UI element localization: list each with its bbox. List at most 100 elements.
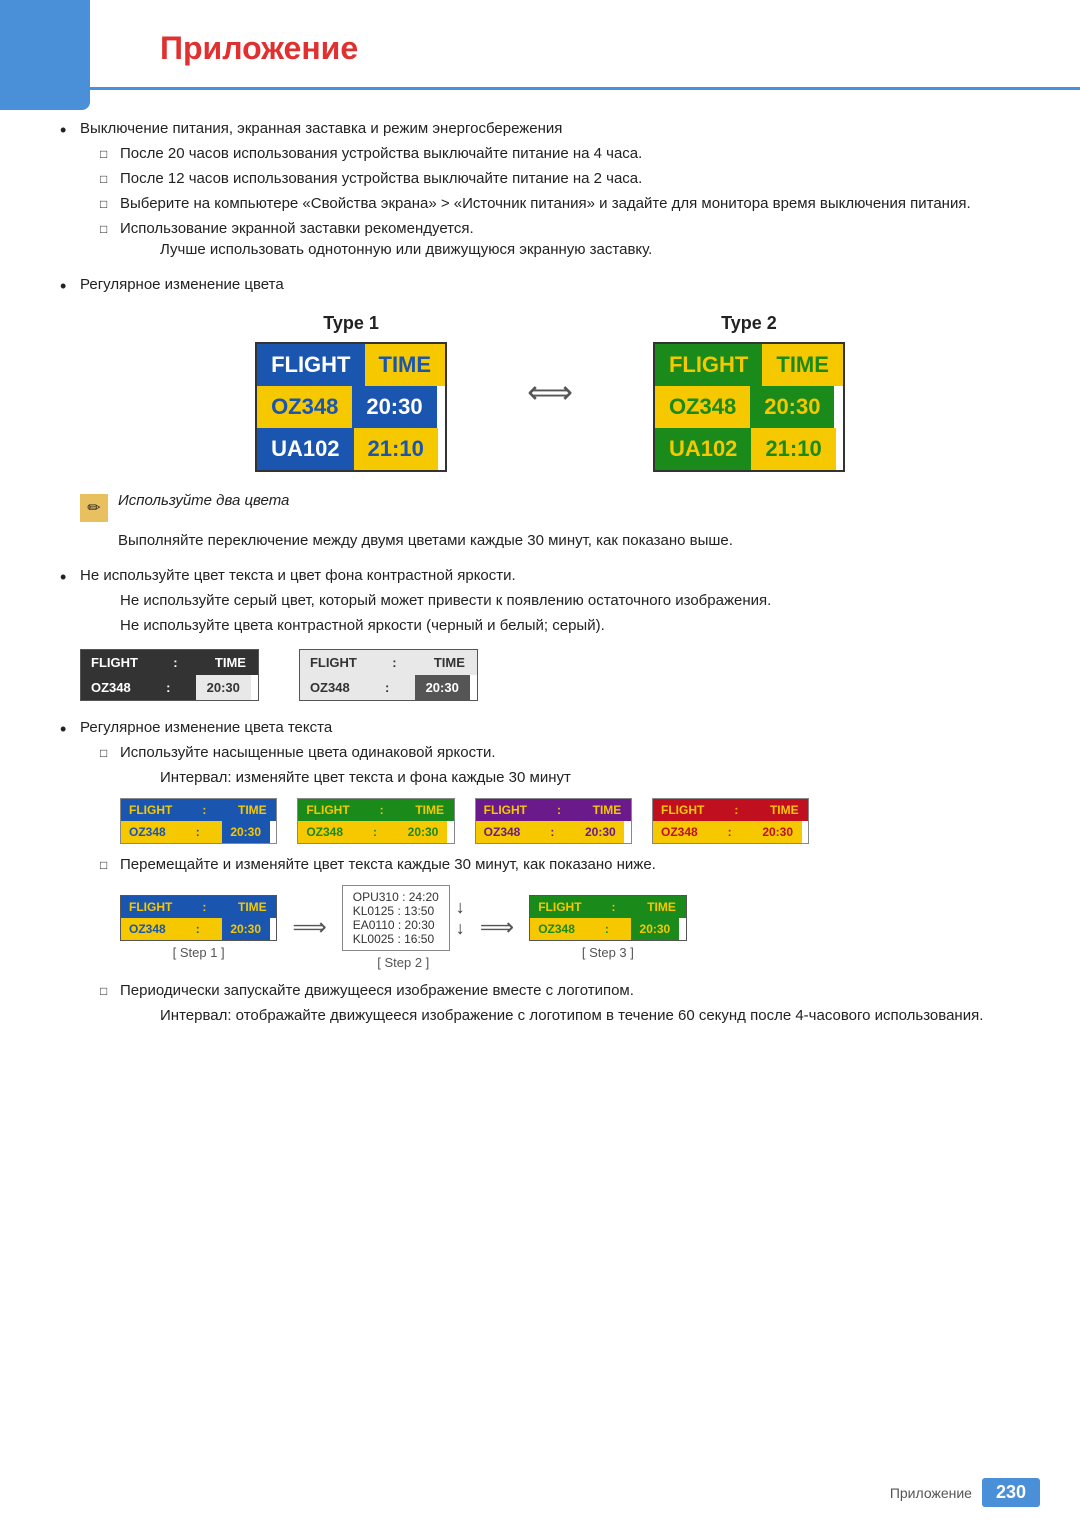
cv3-colon2: : [528, 821, 576, 843]
sub3-1: Не используйте серый цвет, который может… [120, 592, 1020, 609]
s1-time: TIME [228, 896, 276, 918]
s3-flight: FLIGHT [530, 896, 589, 918]
cv4-colon2: : [706, 821, 754, 843]
contrast-light-row1: FLIGHT : TIME [300, 650, 477, 675]
cv2-flight: FLIGHT [298, 799, 357, 821]
contrast-dark-row1: FLIGHT : TIME [81, 650, 258, 675]
s3-time: TIME [638, 896, 686, 918]
contrast-light-board: FLIGHT : TIME OZ348 : 20:30 [299, 649, 478, 701]
cl-colon2: : [360, 675, 415, 700]
step2-line3: EA0110 : 20:30 [353, 918, 439, 932]
type2-2030: 20:30 [750, 386, 834, 428]
cl-time: TIME [422, 650, 477, 675]
type2-flight: FLIGHT [655, 344, 762, 386]
step2-container: OPU310 : 24:20 KL0125 : 13:50 EA0110 : 2… [342, 885, 465, 970]
down-arrow-1: ↓ [456, 897, 465, 918]
cl-oz: OZ348 [300, 675, 360, 700]
cd-flight: FLIGHT [81, 650, 148, 675]
contrast-dark-board: FLIGHT : TIME OZ348 : 20:30 [80, 649, 259, 701]
step2-line4: KL0025 : 16:50 [353, 932, 439, 946]
cv1-oz: OZ348 [121, 821, 174, 843]
pencil-icon: ✏ [80, 494, 108, 522]
cd-2030: 20:30 [196, 675, 251, 700]
type1-oz: OZ348 [257, 386, 352, 428]
bullet-item-1: Выключение питания, экранная заставка и … [60, 120, 1020, 258]
s1-2030: 20:30 [222, 918, 270, 940]
type2-2110: 21:10 [751, 428, 835, 470]
type2-row2: OZ348 20:30 [655, 386, 843, 428]
step2-line1: OPU310 : 24:20 [353, 890, 439, 904]
sub-item-1-3: Выберите на компьютере «Свойства экрана»… [100, 195, 1020, 212]
type2-row1: FLIGHT TIME [655, 344, 843, 386]
cv4-oz: OZ348 [653, 821, 706, 843]
step1-board: FLIGHT:TIME OZ348:20:30 [120, 895, 277, 941]
s1-colon: : [180, 896, 228, 918]
s1-flight: FLIGHT [121, 896, 180, 918]
type1-2110: 21:10 [354, 428, 438, 470]
cv3-colon: : [535, 799, 583, 821]
cd-time: TIME [203, 650, 258, 675]
cv2-2030: 20:30 [399, 821, 447, 843]
type1-flight: FLIGHT [257, 344, 364, 386]
sub-item-1-4b: Лучше использовать однотонную или движущ… [160, 241, 1020, 258]
cv2-oz: OZ348 [298, 821, 351, 843]
step3-container: FLIGHT:TIME OZ348:20:30 [ Step 3 ] [529, 895, 686, 960]
page: Приложение Выключение питания, экранная … [0, 0, 1080, 1527]
s3-oz: OZ348 [530, 918, 583, 940]
cv1-colon: : [180, 799, 228, 821]
footer-label: Приложение [890, 1485, 972, 1501]
cv1-flight: FLIGHT [121, 799, 180, 821]
step2-inner: OPU310 : 24:20 KL0125 : 13:50 EA0110 : 2… [342, 885, 465, 951]
step2-line2: KL0125 : 13:50 [353, 904, 439, 918]
type2-time: TIME [762, 344, 843, 386]
contrast-light-row2: OZ348 : 20:30 [300, 675, 477, 700]
bullet-item-3: Не используйте цвет текста и цвет фона к… [60, 567, 1020, 701]
cv4-2030: 20:30 [754, 821, 802, 843]
step1-label: [ Step 1 ] [173, 945, 225, 960]
cv3-2030: 20:30 [576, 821, 624, 843]
page-title: Приложение [160, 30, 1040, 67]
cv4-time: TIME [760, 799, 808, 821]
cv4-colon: : [712, 799, 760, 821]
cl-colon1: : [367, 650, 422, 675]
type-arrow: ⟺ [527, 313, 573, 411]
cv3-flight: FLIGHT [476, 799, 535, 821]
double-arrow-icon: ⟺ [527, 373, 573, 411]
main-content: Выключение питания, экранная заставка и … [0, 90, 1080, 1082]
step2-board: OPU310 : 24:20 KL0125 : 13:50 EA0110 : 2… [342, 885, 450, 951]
sub3-2: Не используйте цвета контрастной яркости… [120, 617, 1020, 634]
type2-oz: OZ348 [655, 386, 750, 428]
cv1-time: TIME [228, 799, 276, 821]
cv1-colon2: : [174, 821, 222, 843]
bullet-item-2: Регулярное изменение цвета Type 1 FLIGHT… [60, 276, 1020, 549]
type1-row2: OZ348 20:30 [257, 386, 445, 428]
step2-label: [ Step 2 ] [377, 955, 429, 970]
step3-board: FLIGHT:TIME OZ348:20:30 [529, 895, 686, 941]
type1-ua: UA102 [257, 428, 353, 470]
type2-label: Type 2 [653, 313, 845, 334]
type1-row3: UA102 21:10 [257, 428, 445, 470]
cv2-colon2: : [351, 821, 399, 843]
cd-colon1: : [148, 650, 203, 675]
s3-colon2: : [583, 918, 631, 940]
type1-row1: FLIGHT TIME [257, 344, 445, 386]
cl-2030: 20:30 [415, 675, 470, 700]
cv4-flight: FLIGHT [653, 799, 712, 821]
s3-colon: : [590, 896, 638, 918]
step3-label: [ Step 3 ] [582, 945, 634, 960]
steps-row: FLIGHT:TIME OZ348:20:30 [ Step 1 ] ⟹ [120, 885, 1020, 970]
cv3-oz: OZ348 [476, 821, 529, 843]
cv2-colon: : [358, 799, 406, 821]
s1-colon2: : [174, 918, 222, 940]
step-arrow-1: ⟹ [292, 913, 326, 942]
bullet-item-4: Регулярное изменение цвета текста Исполь… [60, 719, 1020, 1024]
type1-diagram: Type 1 FLIGHT TIME OZ348 20:30 U [255, 313, 447, 472]
footer: Приложение 230 [890, 1478, 1040, 1507]
type2-ua: UA102 [655, 428, 751, 470]
type2-board: FLIGHT TIME OZ348 20:30 UA102 21:10 [653, 342, 845, 472]
footer-number: 230 [982, 1478, 1040, 1507]
cv3-time: TIME [583, 799, 631, 821]
step-arrow-2: ⟹ [480, 913, 514, 942]
sub4-1b: Интервал: изменяйте цвет текста и фона к… [160, 769, 1020, 786]
cl-flight: FLIGHT [300, 650, 367, 675]
